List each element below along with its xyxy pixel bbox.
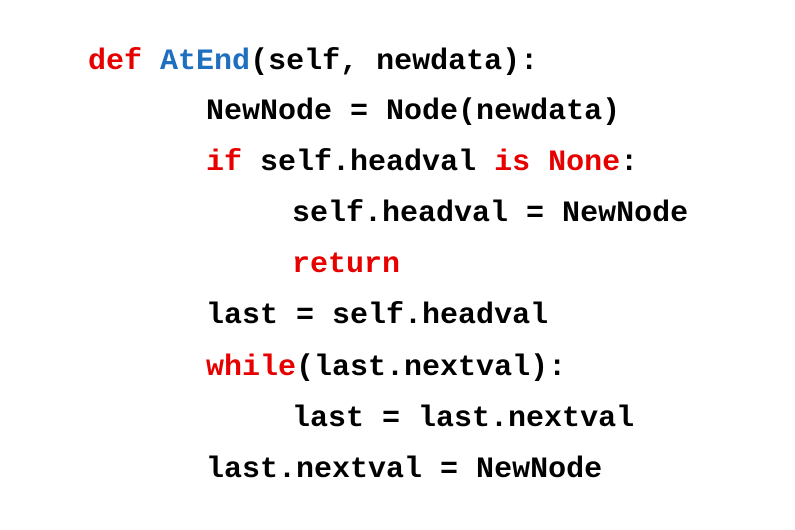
code-line-5: return <box>220 205 400 282</box>
code-line-7: while(last.nextval): <box>134 308 566 385</box>
code-line-3: if self.headval is None: <box>134 103 638 180</box>
code-line-2: NewNode = Node(newdata) <box>134 52 620 129</box>
code-line-4: self.headval = NewNode <box>220 154 688 231</box>
code-line-9: last.nextval = NewNode <box>134 410 602 487</box>
code-line-8: last = last.nextval <box>220 359 634 436</box>
code-line-1: def AtEnd(self, newdata): <box>16 2 538 79</box>
token-statement: last.nextval = NewNode <box>206 453 603 487</box>
code-line-6: last = self.headval <box>134 256 548 333</box>
